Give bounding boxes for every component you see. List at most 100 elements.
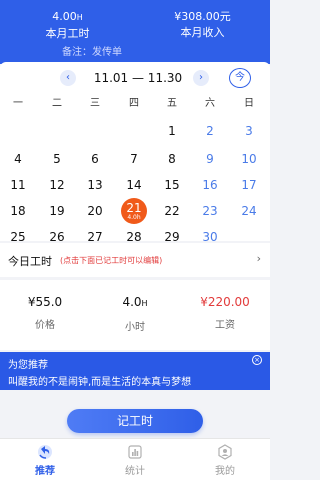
day-number: 14 [126, 178, 142, 192]
calendar-day[interactable]: 18 [0, 204, 37, 218]
day-number: 1 [168, 124, 176, 138]
month-navigation: ‹ 11.01 — 11.30 › 今 [0, 66, 270, 88]
calendar: ‹ 11.01 — 11.30 › 今 一二三四五六日 1 2 3 4 5 6 7 8 9 10 11… [0, 62, 270, 244]
month-hours-value: 4.00 [52, 10, 77, 23]
day-number: 25 [10, 230, 26, 244]
day-number: 5 [53, 152, 61, 166]
calendar-day[interactable]: 25 [0, 230, 37, 244]
today-work-row[interactable]: 今日工时 (点击下面已记工时可以编辑) › [0, 243, 270, 277]
calendar-day[interactable]: 28 [115, 230, 153, 244]
day-number: 3 [245, 124, 253, 138]
day-number: 21 [126, 201, 142, 215]
day-number: 7 [130, 152, 138, 166]
day-number: 15 [164, 178, 180, 192]
calendar-day[interactable]: 12 [38, 178, 76, 192]
calendar-day[interactable]: 14 [115, 178, 153, 192]
weekday-header: 三 [90, 98, 100, 109]
price-label: 价格 [35, 320, 55, 331]
summary-header: 4.00H 本月工时 ¥308.00元 本月收入 备注：发传单 [0, 0, 270, 64]
month-hours-label: 本月工时 [45, 27, 90, 40]
calendar-day[interactable]: 29 [153, 230, 191, 244]
wage-stat: ¥220.00 工资 [180, 294, 270, 331]
next-month-button[interactable]: › [193, 70, 209, 86]
calendar-day[interactable]: 5 [38, 152, 76, 166]
calendar-day[interactable]: 11 [0, 178, 37, 192]
day-number: 19 [49, 204, 65, 218]
today-button[interactable]: 今 [229, 68, 251, 88]
profile-icon [218, 444, 232, 460]
calendar-day[interactable]: 8 [153, 152, 191, 166]
banner-text: 叫醒我的不是闹钟,而是生活的本真与梦想 [8, 377, 192, 388]
tab-stats-label: 统计 [125, 466, 145, 477]
chevron-right-icon: › [256, 252, 261, 265]
tab-recommend[interactable]: 推荐 [0, 443, 90, 477]
month-hours-summary: 4.00H 本月工时 [0, 10, 135, 42]
price-value: ¥55.0 [27, 295, 63, 309]
calendar-day[interactable]: 6 [76, 152, 114, 166]
record-hours-button[interactable]: 记工时 [67, 409, 203, 433]
day-number: 17 [241, 178, 257, 192]
weekday-header: 二 [52, 98, 62, 109]
recommend-banner[interactable]: 为您推荐 叫醒我的不是闹钟,而是生活的本真与梦想 × [0, 352, 270, 390]
calendar-day-selected[interactable]: 21 4.0h [115, 201, 153, 221]
day-number: 24 [241, 204, 257, 218]
hours-value: 4.0 [122, 295, 142, 309]
day-number: 26 [49, 230, 65, 244]
day-number: 18 [10, 204, 26, 218]
calendar-day[interactable]: 3 [230, 124, 268, 138]
day-number: 8 [168, 152, 176, 166]
calendar-day[interactable]: 26 [38, 230, 76, 244]
day-number: 4 [14, 152, 22, 166]
calendar-day[interactable]: 23 [191, 204, 229, 218]
weekday-header: 一 [13, 98, 23, 109]
day-number: 16 [202, 178, 218, 192]
close-icon[interactable]: × [252, 355, 262, 365]
calendar-day[interactable]: 9 [191, 152, 229, 166]
day-number: 28 [126, 230, 142, 244]
today-work-title: 今日工时 [8, 255, 52, 268]
weekday-header: 六 [205, 98, 215, 109]
calendar-day[interactable]: 20 [76, 204, 114, 218]
calendar-day[interactable]: 16 [191, 178, 229, 192]
day-number: 22 [164, 204, 180, 218]
calendar-day[interactable]: 13 [76, 178, 114, 192]
day-number: 10 [241, 152, 257, 166]
calendar-day[interactable]: 7 [115, 152, 153, 166]
weekday-header: 五 [167, 98, 177, 109]
hours-stat: 4.0H 小时 [90, 294, 180, 333]
tab-profile[interactable]: 我的 [180, 443, 270, 477]
prev-month-button[interactable]: ‹ [60, 70, 76, 86]
month-hours-unit: H [76, 13, 83, 22]
day-number: 23 [202, 204, 218, 218]
calendar-day[interactable]: 30 [191, 230, 229, 244]
day-number: 11 [10, 178, 26, 192]
day-number: 29 [164, 230, 180, 244]
banner-title: 为您推荐 [8, 360, 48, 371]
recommend-icon [38, 445, 52, 459]
calendar-day[interactable]: 2 [191, 124, 229, 138]
month-income-value: ¥308.00元 [174, 10, 231, 23]
calendar-day[interactable]: 19 [38, 204, 76, 218]
calendar-day[interactable]: 10 [230, 152, 268, 166]
work-record-stats[interactable]: ¥55.0 价格 4.0H 小时 ¥220.00 工资 [0, 280, 270, 350]
calendar-day[interactable]: 17 [230, 178, 268, 192]
day-number: 30 [202, 230, 218, 244]
tab-stats[interactable]: 统计 [90, 443, 180, 477]
calendar-day[interactable]: 22 [153, 204, 191, 218]
weekday-header: 四 [129, 98, 139, 109]
calendar-day[interactable]: 24 [230, 204, 268, 218]
calendar-day[interactable]: 27 [76, 230, 114, 244]
calendar-day[interactable]: 4 [0, 152, 37, 166]
wage-value: ¥220.00 [200, 295, 250, 309]
calendar-day[interactable]: 15 [153, 178, 191, 192]
month-income-label: 本月收入 [180, 26, 225, 39]
day-number: 2 [206, 124, 214, 138]
day-hours: 4.0h [127, 214, 141, 221]
wage-label: 工资 [215, 320, 235, 331]
bottom-tab-bar: 推荐 统计 我的 [0, 438, 270, 480]
hours-label: 小时 [125, 322, 145, 333]
calendar-day[interactable]: 1 [153, 124, 191, 138]
day-number: 27 [87, 230, 103, 244]
stats-icon [128, 445, 142, 459]
month-range-label: 11.01 — 11.30 [93, 71, 183, 85]
